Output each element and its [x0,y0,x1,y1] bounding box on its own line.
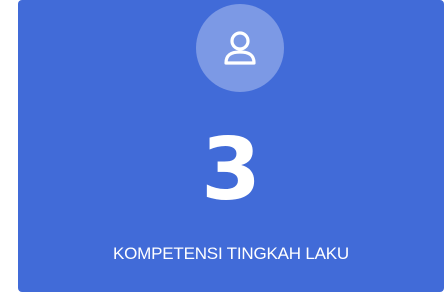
stat-label: KOMPETENSI TINGKAH LAKU [113,244,349,263]
competency-stat-card[interactable]: 3 KOMPETENSI TINGKAH LAKU [18,0,444,292]
stat-count: 3 [201,120,261,220]
user-icon [224,31,256,65]
icon-circle [196,4,284,92]
